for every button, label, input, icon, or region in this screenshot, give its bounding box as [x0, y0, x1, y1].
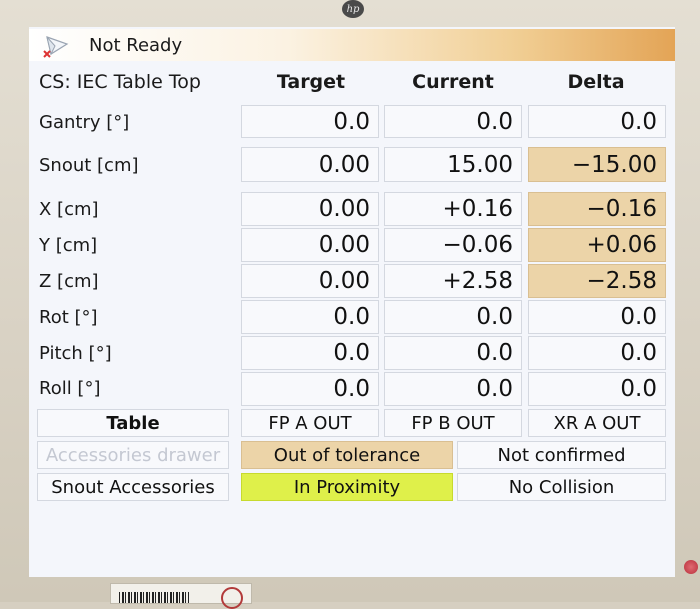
seal-icon: [221, 587, 243, 609]
hp-logo-icon: hp: [342, 0, 364, 18]
application-screen: Not Ready CS: IEC Table Top Target Curre…: [29, 27, 675, 577]
target-value: 0.0: [241, 372, 379, 406]
current-value: 15.00: [384, 147, 522, 182]
target-value: 0.00: [241, 228, 379, 262]
row-label: Rot [°]: [39, 307, 98, 328]
fp-a-status: FP A OUT: [241, 409, 379, 437]
table-status-label: Table: [37, 409, 229, 437]
delta-value: +0.06: [528, 228, 666, 262]
barcode-icon: [119, 592, 189, 603]
row-label: Y [cm]: [39, 235, 98, 256]
status-title: Not Ready: [89, 35, 183, 56]
row-label: X [cm]: [39, 199, 99, 220]
current-value: +0.16: [384, 192, 522, 226]
title-bar: Not Ready: [29, 29, 675, 61]
delta-value: 0.0: [528, 336, 666, 370]
current-value: +2.58: [384, 264, 522, 298]
snout-proximity-status: In Proximity: [241, 473, 453, 501]
target-value: 0.00: [241, 264, 379, 298]
coordinate-system-label: CS: IEC Table Top: [39, 71, 201, 93]
row-label: Pitch [°]: [39, 343, 112, 364]
delta-value: 0.0: [528, 105, 666, 138]
delta-value: 0.0: [528, 372, 666, 406]
column-header-target: Target: [276, 71, 346, 93]
service-sticker: [110, 583, 252, 609]
current-value: −0.06: [384, 228, 522, 262]
current-value: 0.0: [384, 105, 522, 138]
delta-value: −15.00: [528, 147, 666, 182]
fp-b-status: FP B OUT: [384, 409, 522, 437]
row-label: Roll [°]: [39, 378, 101, 399]
target-value: 0.0: [241, 336, 379, 370]
target-value: 0.00: [241, 147, 379, 182]
current-value: 0.0: [384, 300, 522, 334]
row-label: Gantry [°]: [39, 112, 130, 133]
row-label: Snout [cm]: [39, 155, 139, 176]
row-label: Z [cm]: [39, 271, 99, 292]
snout-accessories-label: Snout Accessories: [37, 473, 229, 501]
accessories-confirm-status: Not confirmed: [457, 441, 666, 469]
collision-status: No Collision: [457, 473, 666, 501]
target-value: 0.00: [241, 192, 379, 226]
delta-value: −0.16: [528, 192, 666, 226]
delta-value: 0.0: [528, 300, 666, 334]
column-header-current: Current: [412, 71, 494, 93]
current-value: 0.0: [384, 372, 522, 406]
xr-a-status: XR A OUT: [528, 409, 666, 437]
delta-value: −2.58: [528, 264, 666, 298]
accessories-drawer-label: Accessories drawer: [37, 441, 229, 469]
current-value: 0.0: [384, 336, 522, 370]
power-button-icon[interactable]: [684, 560, 698, 574]
accessories-drawer-state: Out of tolerance: [241, 441, 453, 469]
app-logo-icon: [43, 36, 69, 58]
column-header-delta: Delta: [567, 71, 625, 93]
target-value: 0.0: [241, 105, 379, 138]
target-value: 0.0: [241, 300, 379, 334]
